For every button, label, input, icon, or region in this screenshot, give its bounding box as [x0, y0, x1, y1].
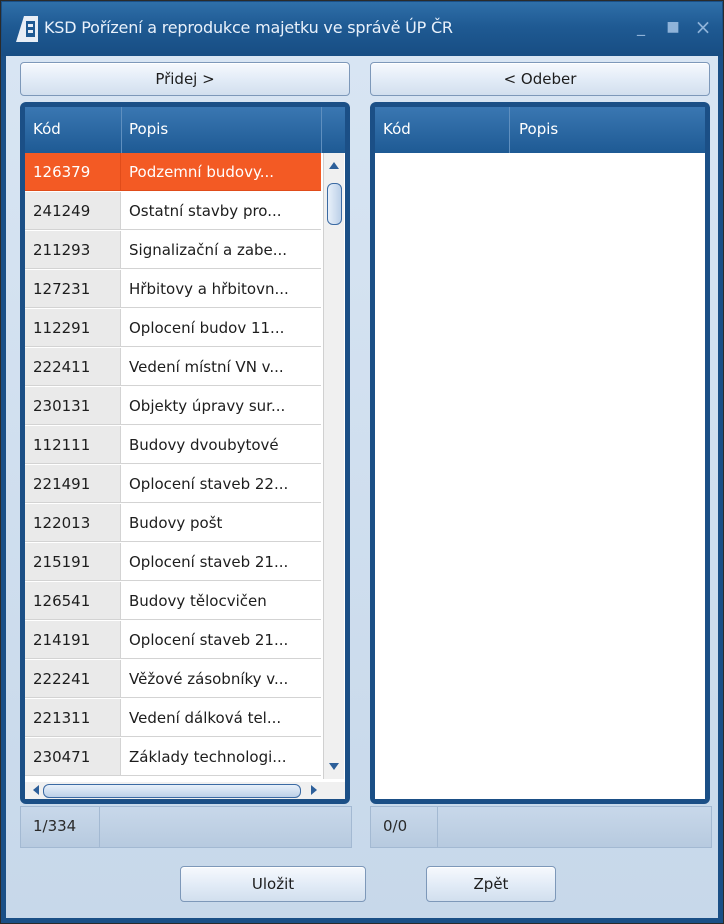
- cell-code: 112111: [25, 426, 121, 464]
- scroll-left-arrow-icon[interactable]: [33, 785, 39, 795]
- add-button[interactable]: Přidej >: [20, 62, 350, 96]
- window-content: Přidej > < Odeber Kód Popis 126379 Podzem…: [6, 56, 718, 918]
- cell-code: 215191: [25, 543, 121, 581]
- title-bar[interactable]: KSD Pořízení a reprodukce majetku ve spr…: [2, 2, 722, 56]
- cell-description: Vedení dálková tel...: [121, 699, 321, 737]
- column-separator: [121, 107, 122, 153]
- available-count: 1/334: [33, 817, 77, 835]
- grid-header: Kód Popis: [25, 107, 345, 153]
- cell-description: Oplocení staveb 22...: [121, 465, 321, 503]
- table-row[interactable]: 126541 Budovy tělocvičen: [25, 582, 323, 621]
- cell-description: Budovy pošt: [121, 504, 321, 542]
- table-row[interactable]: 230131 Objekty úpravy sur...: [25, 387, 323, 426]
- available-items-panel: Kód Popis 126379 Podzemní budovy... 241249…: [20, 102, 350, 804]
- scroll-down-arrow-icon[interactable]: [329, 763, 339, 770]
- cell-description: Budovy dvoubytové: [121, 426, 321, 464]
- grid-header: Kód Popis: [375, 107, 705, 153]
- cell-code: 211293: [25, 231, 121, 269]
- column-separator: [321, 107, 322, 153]
- table-row[interactable]: 230471 Základy technologi...: [25, 738, 323, 777]
- column-header-code[interactable]: Kód: [383, 120, 411, 138]
- app-logo-icon: [16, 16, 38, 42]
- close-button[interactable]: ×: [692, 16, 714, 38]
- cell-code: 122013: [25, 504, 121, 542]
- table-row[interactable]: 215191 Oplocení staveb 21...: [25, 543, 323, 582]
- cell-description: Věžové zásobníky v...: [121, 660, 321, 698]
- available-count-bar: 1/334: [20, 806, 352, 848]
- column-header-description[interactable]: Popis: [129, 120, 168, 138]
- selected-count: 0/0: [383, 817, 408, 835]
- scroll-up-arrow-icon[interactable]: [329, 162, 339, 169]
- cell-code: 241249: [25, 192, 121, 230]
- cell-description: Hřbitovy a hřbitovn...: [121, 270, 321, 308]
- table-row[interactable]: 222411 Vedení místní VN v...: [25, 348, 323, 387]
- cell-code: 230131: [25, 387, 121, 425]
- selected-items-panel: Kód Popis: [370, 102, 710, 804]
- app-window: KSD Pořízení a reprodukce majetku ve spr…: [0, 0, 724, 924]
- status-separator: [437, 807, 438, 847]
- cell-description: Základy technologi...: [121, 738, 321, 776]
- back-button[interactable]: Zpět: [426, 866, 556, 902]
- cell-description: Budovy tělocvičen: [121, 582, 321, 620]
- table-row[interactable]: 127231 Hřbitovy a hřbitovn...: [25, 270, 323, 309]
- cell-code: 222411: [25, 348, 121, 386]
- cell-description: Oplocení staveb 21...: [121, 621, 321, 659]
- table-row[interactable]: 222241 Věžové zásobníky v...: [25, 660, 323, 699]
- vertical-scroll-thumb[interactable]: [327, 183, 342, 225]
- cell-code: 126541: [25, 582, 121, 620]
- selected-items-grid: Kód Popis: [375, 107, 705, 799]
- selected-count-bar: 0/0: [370, 806, 712, 848]
- maximize-button[interactable]: ■: [662, 16, 684, 38]
- remove-button[interactable]: < Odeber: [370, 62, 710, 96]
- table-row[interactable]: 126379 Podzemní budovy...: [25, 153, 323, 192]
- table-row[interactable]: 211293 Signalizační a zabe...: [25, 231, 323, 270]
- cell-code: 222241: [25, 660, 121, 698]
- table-row[interactable]: 122013 Budovy pošt: [25, 504, 323, 543]
- table-row[interactable]: 214191 Oplocení staveb 21...: [25, 621, 323, 660]
- cell-description: Signalizační a zabe...: [121, 231, 321, 269]
- table-row[interactable]: 112111 Budovy dvoubytové: [25, 426, 323, 465]
- cell-description: Vedení místní VN v...: [121, 348, 321, 386]
- status-separator: [99, 807, 100, 847]
- cell-code: 127231: [25, 270, 121, 308]
- table-row[interactable]: 221491 Oplocení staveb 22...: [25, 465, 323, 504]
- horizontal-scrollbar[interactable]: [25, 782, 345, 799]
- cell-description: Oplocení budov 11...: [121, 309, 321, 347]
- column-header-code[interactable]: Kód: [33, 120, 61, 138]
- cell-code: 230471: [25, 738, 121, 776]
- cell-code: 221491: [25, 465, 121, 503]
- column-header-description[interactable]: Popis: [519, 120, 558, 138]
- window-title: KSD Pořízení a reprodukce majetku ve spr…: [44, 18, 453, 37]
- cell-description: Oplocení staveb 21...: [121, 543, 321, 581]
- cell-description: Ostatní stavby pro...: [121, 192, 321, 230]
- cell-code: 221311: [25, 699, 121, 737]
- cell-code: 126379: [25, 153, 121, 191]
- available-items-grid: Kód Popis 126379 Podzemní budovy... 241249…: [25, 107, 345, 799]
- column-separator: [509, 107, 510, 153]
- horizontal-scroll-thumb[interactable]: [43, 784, 301, 798]
- save-button[interactable]: Uložit: [180, 866, 366, 902]
- cell-code: 214191: [25, 621, 121, 659]
- cell-description: Podzemní budovy...: [121, 153, 321, 191]
- table-row[interactable]: 221311 Vedení dálková tel...: [25, 699, 323, 738]
- table-row[interactable]: 241249 Ostatní stavby pro...: [25, 192, 323, 231]
- table-row[interactable]: 112291 Oplocení budov 11...: [25, 309, 323, 348]
- minimize-button[interactable]: _: [630, 16, 652, 38]
- cell-description: Objekty úpravy sur...: [121, 387, 321, 425]
- vertical-scrollbar[interactable]: [323, 153, 344, 779]
- scroll-right-arrow-icon[interactable]: [311, 785, 317, 795]
- cell-code: 112291: [25, 309, 121, 347]
